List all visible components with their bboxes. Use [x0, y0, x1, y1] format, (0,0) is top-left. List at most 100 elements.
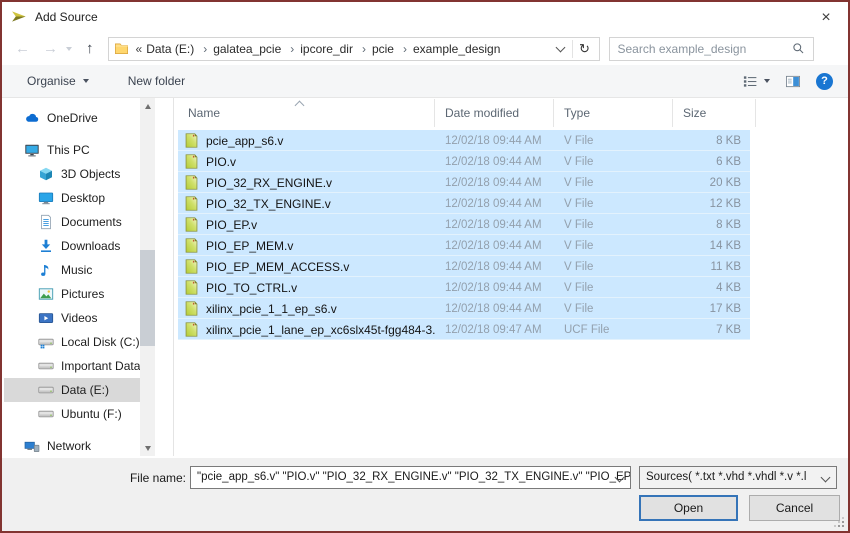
sidebar-item[interactable]: Music — [4, 258, 140, 282]
sidebar-item[interactable]: OneDrive — [4, 106, 140, 130]
breadcrumb-item[interactable]: ipcore_dir — [299, 42, 371, 56]
sidebar-item[interactable]: Data (E:) — [4, 378, 140, 402]
file-row[interactable]: PIO_32_TX_ENGINE.v 12/02/18 09:44 AM V F… — [178, 193, 750, 214]
app-logo-icon — [11, 8, 28, 25]
navigation-bar: « Data (E:)galatea_pcieipcore_dirpcieexa… — [2, 32, 848, 65]
close-button[interactable]: × — [804, 2, 848, 31]
pane-divider — [173, 98, 174, 456]
file-row[interactable]: PIO.v 12/02/18 09:44 AM V File 6 KB — [178, 151, 750, 172]
picture-icon — [38, 286, 54, 302]
column-header-date-modified[interactable]: Date modified — [435, 99, 554, 127]
title-bar: Add Source × — [2, 2, 848, 31]
file-name-label: File name: — [108, 471, 186, 485]
column-header-size[interactable]: Size — [673, 99, 756, 127]
sidebar-item[interactable]: 3D Objects — [4, 162, 140, 186]
file-row[interactable]: xilinx_pcie_1_lane_ep_xc6slx45t-fgg484-3… — [178, 319, 750, 340]
add-source-dialog: Add Source × « Data (E:)galatea_pcieipco… — [0, 0, 850, 533]
forward-button[interactable] — [40, 39, 61, 58]
navigation-pane: OneDrive This PC 3D Objects Desktop Docu… — [4, 98, 140, 456]
file-row[interactable]: PIO_TO_CTRL.v 12/02/18 09:44 AM V File 4… — [178, 277, 750, 298]
organise-button[interactable]: Organise — [21, 73, 95, 89]
pc-icon — [24, 142, 40, 158]
open-button[interactable]: Open — [639, 495, 738, 521]
file-icon — [184, 133, 199, 148]
file-type-filter-combobox[interactable]: Sources( *.txt *.vhd *.vhdl *.v *.l — [639, 466, 837, 489]
desktop-icon — [38, 190, 54, 206]
file-row[interactable]: PIO_EP_MEM.v 12/02/18 09:44 AM V File 14… — [178, 235, 750, 256]
file-row[interactable]: PIO_32_RX_ENGINE.v 12/02/18 09:44 AM V F… — [178, 172, 750, 193]
file-icon — [184, 196, 199, 211]
network-icon — [24, 438, 40, 454]
window-title: Add Source — [35, 10, 98, 24]
file-icon — [184, 301, 199, 316]
file-name-combobox[interactable]: "pcie_app_s6.v" "PIO.v" "PIO_32_RX_ENGIN… — [190, 466, 631, 489]
cancel-button[interactable]: Cancel — [749, 495, 840, 521]
command-toolbar: Organise New folder — [2, 65, 848, 98]
chevron-down-icon — [764, 79, 770, 83]
breadcrumb-item[interactable]: pcie — [371, 42, 412, 56]
change-view-button[interactable] — [742, 74, 770, 89]
disk-icon — [38, 406, 54, 422]
sidebar-item[interactable]: Local Disk (C:) — [4, 330, 140, 354]
breadcrumb: Data (E:)galatea_pcieipcore_dirpcieexamp… — [145, 42, 501, 56]
download-icon — [38, 238, 54, 254]
column-headers: Name Date modified Type Size — [178, 99, 846, 127]
sidebar-item[interactable]: This PC — [4, 138, 140, 162]
sidebar-item[interactable]: Pictures — [4, 282, 140, 306]
disk-icon — [38, 358, 54, 374]
sidebar-item[interactable]: Downloads — [4, 234, 140, 258]
sidebar-item[interactable]: Videos — [4, 306, 140, 330]
help-button[interactable] — [816, 73, 833, 90]
search-icon[interactable] — [792, 42, 805, 55]
cube-icon — [38, 166, 54, 182]
sidebar-item[interactable]: Documents — [4, 210, 140, 234]
sidebar-item[interactable]: Important Data ( — [4, 354, 140, 378]
diskos-icon — [38, 334, 54, 350]
address-bar[interactable]: « Data (E:)galatea_pcieipcore_dirpcieexa… — [108, 37, 600, 61]
file-icon — [184, 175, 199, 190]
view-controls — [742, 73, 833, 90]
file-row[interactable]: PIO_EP_MEM_ACCESS.v 12/02/18 09:44 AM V … — [178, 256, 750, 277]
scroll-up-button[interactable] — [140, 98, 155, 114]
breadcrumb-item[interactable]: example_design — [412, 42, 501, 56]
file-list-pane: Name Date modified Type Size pcie_app_s6… — [178, 99, 846, 456]
file-icon — [184, 280, 199, 295]
column-header-type[interactable]: Type — [554, 99, 673, 127]
breadcrumb-item[interactable]: galatea_pcie — [212, 42, 299, 56]
sidebar-item[interactable]: Network — [4, 434, 140, 456]
search-box[interactable] — [609, 37, 814, 61]
file-row[interactable]: xilinx_pcie_1_1_ep_s6.v 12/02/18 09:44 A… — [178, 298, 750, 319]
music-icon — [38, 262, 54, 278]
breadcrumb-overflow[interactable]: « — [136, 42, 143, 56]
scroll-down-button[interactable] — [140, 440, 155, 456]
refresh-button[interactable] — [573, 38, 597, 60]
file-icon — [184, 154, 199, 169]
dialog-footer: File name: "pcie_app_s6.v" "PIO.v" "PIO_… — [2, 458, 848, 531]
file-icon — [184, 259, 199, 274]
disk-icon — [38, 382, 54, 398]
preview-pane-icon — [785, 74, 801, 89]
file-row[interactable]: pcie_app_s6.v 12/02/18 09:44 AM V File 8… — [178, 130, 750, 151]
scrollbar-thumb[interactable] — [140, 250, 155, 346]
file-icon — [184, 238, 199, 253]
preview-pane-button[interactable] — [785, 74, 801, 89]
sidebar-item[interactable]: Desktop — [4, 186, 140, 210]
sidebar-scrollbar[interactable] — [140, 98, 155, 456]
folder-icon — [114, 41, 129, 56]
back-button[interactable] — [12, 39, 33, 58]
new-folder-button[interactable]: New folder — [122, 73, 191, 89]
cloud-icon — [24, 110, 40, 126]
up-button[interactable] — [83, 39, 97, 58]
column-header-name[interactable]: Name — [178, 99, 435, 127]
address-history-chevron-icon[interactable] — [551, 40, 572, 57]
chevron-down-icon — [83, 79, 89, 83]
details-view-icon — [742, 74, 758, 89]
file-list: pcie_app_s6.v 12/02/18 09:44 AM V File 8… — [178, 130, 846, 340]
recent-locations-chevron-icon[interactable] — [66, 47, 72, 51]
file-row[interactable]: PIO_EP.v 12/02/18 09:44 AM V File 8 KB — [178, 214, 750, 235]
breadcrumb-item[interactable]: Data (E:) — [145, 42, 212, 56]
sidebar-item[interactable]: Ubuntu (F:) — [4, 402, 140, 426]
search-input[interactable] — [610, 42, 792, 56]
resize-grip[interactable] — [835, 518, 844, 527]
file-icon — [184, 217, 199, 232]
